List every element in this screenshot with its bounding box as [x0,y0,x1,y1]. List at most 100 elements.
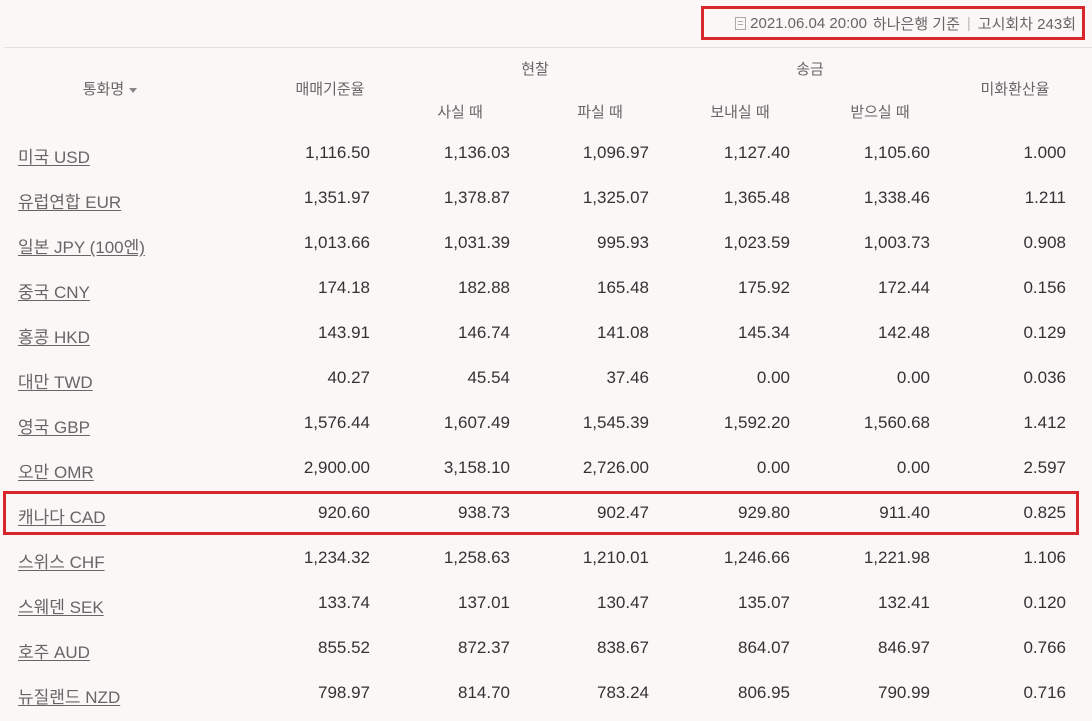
rate-cell-usd: 0.036 [1023,368,1066,387]
rate-cell-cash-buy: 814.70 [458,683,510,702]
rate-cell-cash-sell: 37.46 [606,368,649,387]
rate-cell-send: 1,592.20 [723,413,790,432]
rate-cell-base: 174.18 [318,278,370,297]
rate-cell-receive: 132.41 [878,593,930,612]
rate-cell-usd: 0.766 [1023,638,1066,657]
notice-bank: 하나은행 기준 [872,15,960,33]
rate-cell-receive: 1,560.68 [863,413,930,432]
rate-cell-cash-sell: 783.24 [597,683,649,702]
document-icon [735,16,747,30]
table-row: 스웨덴 SEK 133.74 137.01 130.47 135.07 132.41 0.1… [0,581,1092,626]
rate-cell-send: 864.07 [738,638,790,657]
rate-cell-base: 920.60 [318,503,370,522]
rate-cell-base: 1,234.32 [303,548,370,567]
header-divider [4,47,1092,48]
table-row: 뉴질랜드 NZD 798.97 814.70 783.24 806.95 790.99 0.… [0,671,1092,716]
rate-cell-usd: 0.120 [1023,593,1066,612]
table-row: 홍콩 HKD 143.91 146.74 141.08 145.34 142.48 0.12… [0,311,1092,356]
rate-cell-cash-buy: 137.01 [458,593,510,612]
table-row: 캐나다 CAD 920.60 938.73 902.47 929.80 911.40 0.8… [0,491,1092,536]
rate-cell-base: 1,351.97 [303,188,370,207]
rate-cell-cash-sell: 1,096.97 [582,143,649,162]
rate-cell-cash-sell: 995.93 [597,233,649,252]
rate-cell-base: 143.91 [318,323,370,342]
currency-link[interactable]: 일본 JPY (100엔) [18,233,145,258]
rate-cell-receive: 846.97 [878,638,930,657]
table-row: 유럽연합 EUR 1,351.97 1,378.87 1,325.07 1,365.48… [0,176,1092,221]
rate-cell-cash-buy: 1,136.03 [443,143,510,162]
currency-link[interactable]: 영국 GBP [18,413,90,438]
currency-link[interactable]: 호주 AUD [18,638,90,663]
rate-cell-base: 855.52 [318,638,370,657]
rate-cell-cash-buy: 3,158.10 [443,458,510,477]
rate-cell-usd: 0.716 [1023,683,1066,702]
rate-cell-usd: 0.156 [1023,278,1066,297]
exchange-rate-table-body: 미국 USD 1,116.50 1,136.03 1,096.97 1,127.40 1,… [0,131,1092,716]
rate-cell-usd: 0.908 [1023,233,1066,252]
rate-cell-usd: 1.412 [1023,413,1066,432]
sort-caret-icon[interactable] [129,87,138,93]
notice-datetime: 2021.06.04 20:00 [750,14,867,32]
rate-cell-base: 40.27 [327,368,370,387]
rate-cell-cash-buy: 1,607.49 [443,413,510,432]
column-header-remit-receive: 받으실 때 [850,104,910,121]
rate-cell-receive: 1,105.60 [863,143,930,162]
rate-cell-cash-buy: 872.37 [458,638,510,657]
column-header-cash-sell: 파실 때 [577,104,623,121]
rate-cell-cash-buy: 146.74 [458,323,510,342]
rate-cell-cash-sell: 2,726.00 [582,458,649,477]
rate-cell-receive: 172.44 [878,278,930,297]
rate-cell-cash-sell: 141.08 [597,323,649,342]
rate-cell-receive: 911.40 [879,503,930,522]
rate-cell-cash-buy: 45.54 [467,368,510,387]
rate-cell-cash-sell: 165.48 [597,278,649,297]
rate-cell-receive: 790.99 [878,683,930,702]
currency-link[interactable]: 오만 OMR [18,458,94,483]
notice-round: 고시회차 243회 [977,15,1076,33]
column-header-remit-send: 보내실 때 [710,104,770,121]
rate-cell-base: 798.97 [318,683,370,702]
rate-cell-usd: 1.211 [1024,188,1066,207]
rate-cell-cash-sell: 838.67 [597,638,649,657]
notice-separator: | [966,14,971,32]
column-group-remit: 송금 [796,61,824,78]
table-row: 일본 JPY (100엔) 1,013.66 1,031.39 995.93 1,023… [0,221,1092,266]
rate-cell-usd: 2.597 [1023,458,1066,477]
column-header-currency[interactable]: 통화명 [40,78,180,99]
currency-link[interactable]: 캐나다 CAD [18,503,106,528]
rate-cell-send: 175.92 [738,278,790,297]
rate-cell-base: 2,900.00 [303,458,370,477]
currency-link[interactable]: 중국 CNY [18,278,90,303]
rate-cell-cash-buy: 1,031.39 [443,233,510,252]
rate-cell-receive: 142.48 [878,323,930,342]
column-header-currency-label: 통화명 [82,81,125,98]
rate-cell-send: 1,023.59 [723,233,790,252]
table-row: 영국 GBP 1,576.44 1,607.49 1,545.39 1,592.20 1,… [0,401,1092,446]
rate-cell-cash-sell: 1,325.07 [582,188,649,207]
rate-cell-cash-buy: 1,378.87 [443,188,510,207]
rate-cell-receive: 1,338.46 [863,188,930,207]
rate-cell-receive: 1,221.98 [863,548,930,567]
rate-cell-receive: 0.00 [896,458,930,477]
rate-cell-send: 929.80 [738,503,790,522]
rate-cell-receive: 0.00 [896,368,930,387]
column-header-cash-buy: 사실 때 [437,104,483,121]
currency-link[interactable]: 미국 USD [18,143,90,168]
rate-cell-cash-buy: 1,258.63 [443,548,510,567]
currency-link[interactable]: 홍콩 HKD [18,323,90,348]
rate-cell-base: 1,116.50 [305,143,370,162]
table-row: 오만 OMR 2,900.00 3,158.10 2,726.00 0.00 0.00 2.… [0,446,1092,491]
currency-link[interactable]: 대만 TWD [18,368,93,393]
rate-cell-cash-sell: 902.47 [597,503,649,522]
rate-cell-usd: 1.000 [1023,143,1066,162]
rate-cell-receive: 1,003.73 [863,233,930,252]
rate-notice-box: 2021.06.04 20:00 하나은행 기준 | 고시회차 243회 [701,6,1085,40]
table-row: 미국 USD 1,116.50 1,136.03 1,096.97 1,127.40 1,… [0,131,1092,176]
table-row: 중국 CNY 174.18 182.88 165.48 175.92 172.44 0.15… [0,266,1092,311]
rate-cell-send: 806.95 [738,683,790,702]
currency-link[interactable]: 스위스 CHF [18,548,105,573]
currency-link[interactable]: 스웨덴 SEK [18,593,104,618]
currency-link[interactable]: 뉴질랜드 NZD [18,683,120,708]
column-group-cash: 현찰 [521,61,549,78]
currency-link[interactable]: 유럽연합 EUR [18,188,121,213]
